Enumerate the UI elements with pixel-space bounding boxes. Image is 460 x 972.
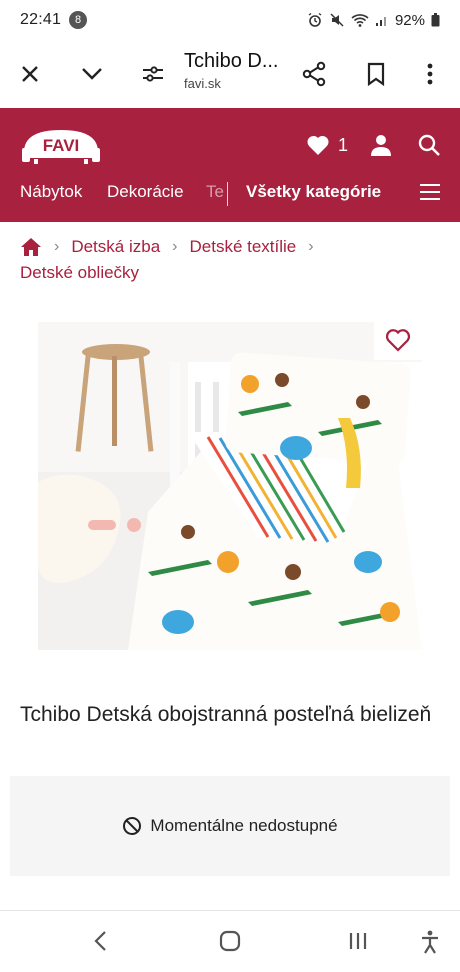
home-icon[interactable] — [20, 237, 42, 257]
system-navigation-bar — [0, 912, 460, 972]
site-settings-button[interactable] — [137, 58, 169, 90]
product-photo-illustration — [38, 322, 422, 650]
nav-divider — [227, 182, 228, 206]
breadcrumb-detske-obliecky[interactable]: Detské obliečky — [20, 260, 139, 286]
search-icon[interactable] — [418, 134, 440, 156]
mute-icon — [330, 13, 344, 27]
bookmark-button[interactable] — [360, 58, 392, 90]
share-icon — [302, 61, 326, 87]
menu-icon[interactable] — [420, 184, 440, 204]
more-options-button[interactable] — [414, 58, 446, 90]
tune-icon — [143, 66, 163, 82]
chevron-right-icon: › — [308, 238, 314, 255]
header-actions: 1 — [306, 134, 440, 156]
favi-logo[interactable]: FAVI — [20, 126, 102, 166]
breadcrumb-detska-izba[interactable]: Detská izba — [71, 234, 160, 260]
heart-filled-icon[interactable] — [306, 134, 330, 156]
alarm-icon — [308, 12, 322, 27]
nav-item-nabytok[interactable]: Nábytok — [20, 182, 82, 202]
breadcrumb: › Detská izba › Detské textílie › Detské… — [20, 234, 440, 286]
category-nav: Nábytok Dekorácie Te Všetky kategórie — [0, 180, 460, 208]
product-title: Tchibo Detská obojstranná posteľná bieli… — [20, 703, 432, 726]
close-tab-button[interactable] — [14, 58, 46, 90]
accessibility-icon[interactable] — [420, 930, 440, 954]
add-to-favorites-button[interactable] — [374, 320, 422, 360]
chevron-down-icon — [82, 68, 102, 80]
logo-text: FAVI — [43, 136, 80, 155]
status-icons: 92% — [307, 12, 440, 29]
wifi-icon — [351, 14, 369, 27]
home-button-icon[interactable] — [219, 930, 241, 952]
status-bar: 22:41 8 92% — [0, 0, 460, 40]
availability-box: Momentálne nedostupné — [10, 776, 450, 876]
chevron-right-icon: › — [54, 238, 60, 255]
user-icon[interactable] — [370, 134, 392, 156]
browser-page-title: Tchibo D... — [184, 50, 279, 72]
back-icon[interactable] — [92, 930, 108, 952]
site-header: FAVI 1 Nábytok Dekorácie Te Všetky kateg… — [0, 108, 460, 222]
notification-count-badge: 8 — [69, 11, 88, 29]
battery-icon — [431, 13, 440, 27]
close-icon — [22, 66, 38, 82]
recent-apps-icon[interactable] — [348, 930, 368, 952]
breadcrumb-detske-textilie[interactable]: Detské textílie — [189, 234, 296, 260]
divider — [0, 910, 460, 911]
heart-outline-icon — [385, 329, 411, 352]
product-image[interactable] — [38, 322, 422, 650]
availability-text: Momentálne nedostupné — [150, 816, 338, 835]
battery-percent: 92% — [394, 11, 425, 29]
chevron-right-icon: › — [172, 238, 178, 255]
unavailable-icon — [123, 817, 142, 835]
status-time: 22:41 — [20, 11, 62, 28]
favi-logo-icon: FAVI — [22, 130, 100, 164]
page-title-area[interactable]: Tchibo D... favi.sk — [184, 50, 284, 91]
signal-icon — [375, 17, 386, 26]
browser-toolbar: Tchibo D... favi.sk — [0, 40, 460, 108]
more-vert-icon — [427, 63, 433, 85]
share-button[interactable] — [298, 58, 330, 90]
bookmark-icon — [367, 62, 385, 86]
expand-toolbar-button[interactable] — [76, 58, 108, 90]
nav-all-categories[interactable]: Všetky kategórie — [246, 182, 381, 202]
wishlist-count: 1 — [337, 134, 348, 155]
browser-url: favi.sk — [184, 76, 221, 91]
nav-item-dekoracie[interactable]: Dekorácie — [107, 182, 184, 202]
